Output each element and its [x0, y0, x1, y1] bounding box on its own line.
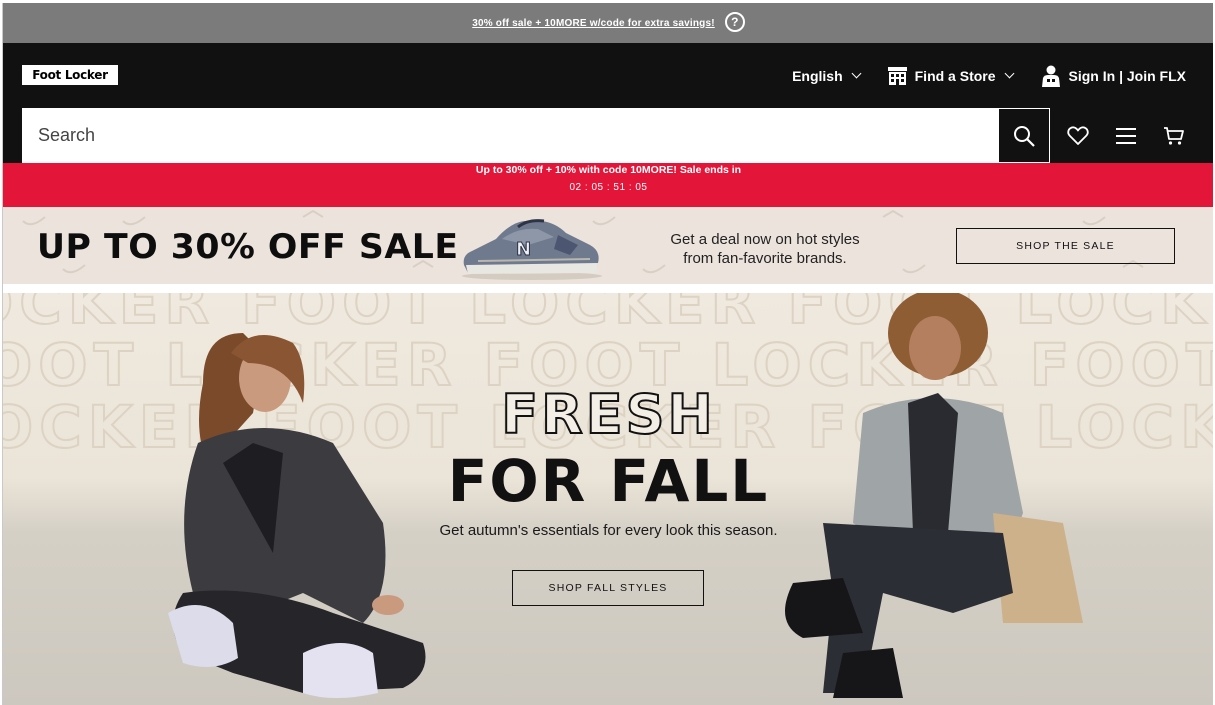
- menu-icon: [1116, 127, 1136, 144]
- logo-text: Foot Locker: [32, 68, 108, 82]
- hero-headline-outline: FRESH: [500, 382, 716, 447]
- menu-button[interactable]: [1106, 108, 1146, 163]
- header-nav: English Find a Store Sign In | Join FLX: [792, 43, 1186, 108]
- help-icon[interactable]: ?: [724, 11, 745, 32]
- cart-icon: [1164, 126, 1184, 145]
- hero-banner[interactable]: LOCKER FOOT LOCKER FOOT LOCKER FOOT LOCK…: [3, 293, 1213, 705]
- cart-button[interactable]: [1154, 108, 1194, 163]
- heart-icon: [1067, 125, 1089, 145]
- sign-in-link[interactable]: Sign In | Join FLX: [1041, 65, 1186, 87]
- find-store-label: Find a Store: [914, 67, 996, 84]
- language-label: English: [792, 67, 843, 84]
- foot-locker-logo[interactable]: Foot Locker: [22, 65, 118, 85]
- sale-headline: UP TO 30% OFF SALE: [36, 227, 459, 267]
- promo-link[interactable]: 30% off sale + 10MORE w/code for extra s…: [472, 18, 715, 29]
- countdown-banner[interactable]: Up to 30% off + 10% with code 10MORE! Sa…: [3, 163, 1213, 207]
- search-icon: [1014, 125, 1035, 147]
- site-header: Foot Locker English Find a Store Sign In…: [3, 43, 1213, 108]
- shop-the-sale-button[interactable]: SHOP THE SALE: [956, 228, 1175, 264]
- language-selector[interactable]: English: [792, 67, 862, 84]
- person-icon: [1041, 65, 1060, 87]
- sale-promo-strip[interactable]: UP TO 30% OFF SALE N Get a deal now on h…: [3, 207, 1213, 284]
- countdown-timer: 02 : 05 : 51 : 05: [569, 182, 648, 193]
- sale-subtext-line2: from fan-favorite brands.: [683, 250, 847, 267]
- wishlist-button[interactable]: [1058, 108, 1098, 163]
- promo-strip: 30% off sale + 10MORE w/code for extra s…: [3, 3, 1213, 43]
- sneaker-image: N: [462, 219, 602, 280]
- search-input[interactable]: [22, 108, 999, 163]
- chevron-down-icon: [1004, 68, 1014, 79]
- page-frame: 30% off sale + 10MORE w/code for extra s…: [2, 3, 1213, 705]
- hero-headline: FOR FALL: [447, 447, 770, 515]
- chevron-down-icon: [851, 68, 862, 79]
- find-store-link[interactable]: Find a Store: [887, 66, 1014, 85]
- sale-subtext-line1: Get a deal now on hot styles: [670, 231, 860, 248]
- shop-fall-styles-button[interactable]: SHOP FALL STYLES: [512, 570, 704, 606]
- search-button[interactable]: [998, 108, 1050, 163]
- search-row: [3, 108, 1213, 163]
- sale-subtext: Get a deal now on hot styles from fan-fa…: [645, 230, 885, 268]
- store-icon: [887, 66, 907, 85]
- countdown-message: Up to 30% off + 10% with code 10MORE! Sa…: [475, 164, 742, 176]
- hero-subtext: Get autumn's essentials for every look t…: [439, 522, 778, 539]
- svg-text:N: N: [516, 239, 531, 260]
- sign-in-label: Sign In | Join FLX: [1068, 67, 1186, 84]
